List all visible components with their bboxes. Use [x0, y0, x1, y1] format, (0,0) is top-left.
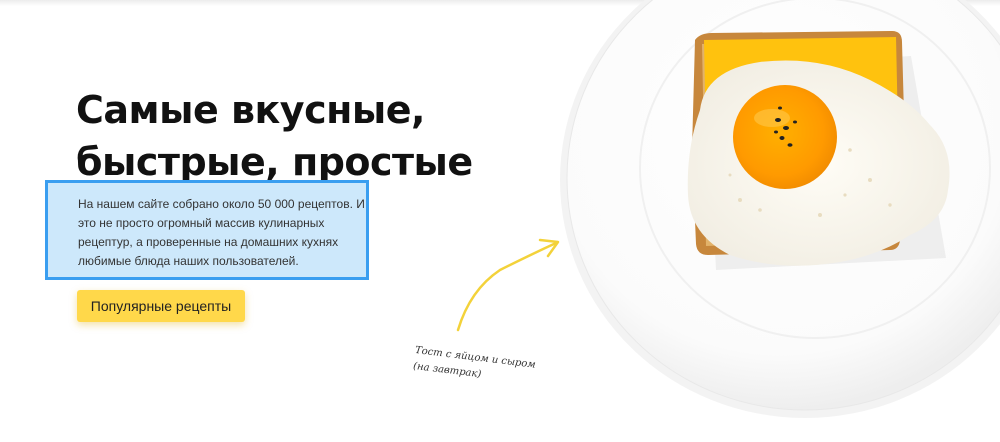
headline-line2: быстрые, простые: [76, 140, 473, 184]
headline-part1: Самые: [76, 88, 231, 132]
headline-highlight-text: вкусные: [230, 88, 412, 132]
headline-highlight: вкусные: [228, 88, 429, 132]
headline-part2: ,: [411, 88, 425, 132]
description-text: На нашем сайте собрано около 50 000 реце…: [78, 197, 365, 268]
popular-recipes-button[interactable]: Популярные рецепты: [77, 290, 245, 322]
page-title: Самые вкусные, быстрые, простые: [76, 84, 596, 188]
hero-section: Самые вкусные, быстрые, простые На нашем…: [0, 0, 1000, 442]
description-selection: На нашем сайте собрано около 50 000 реце…: [45, 180, 369, 280]
